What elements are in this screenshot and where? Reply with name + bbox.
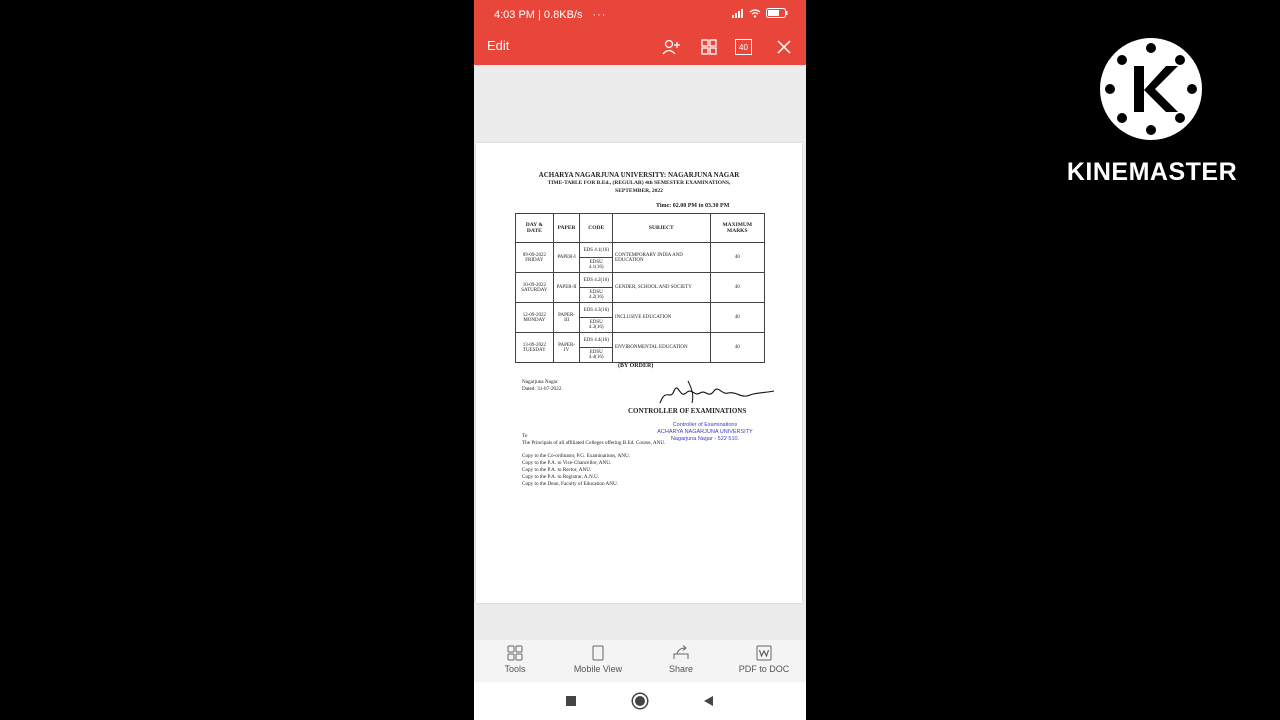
by-order: (BY ORDER)	[618, 363, 654, 369]
place: Nagarjuna Nagar	[522, 379, 558, 385]
edit-button[interactable]: Edit	[487, 38, 509, 53]
status-dots: ···	[592, 9, 607, 21]
header-paper: PAPER	[552, 213, 581, 243]
row-code: EDSU 4.1(16)	[579, 257, 614, 273]
row-date: 10-09-2022 SATURDAY	[515, 272, 554, 303]
row-paper: PAPER-III	[552, 302, 581, 333]
mobile-view-button[interactable]: Mobile View	[563, 644, 633, 674]
wifi-icon	[749, 8, 761, 18]
page-count: 40	[739, 42, 748, 52]
pdf-to-doc-button[interactable]: PDF to DOC	[729, 644, 799, 674]
tools-label: Tools	[504, 664, 526, 674]
row-code: EDSU 4.4(16)	[579, 347, 614, 363]
copy-line: Copy to the P.A. to Rector, ANU.	[522, 467, 592, 473]
copy-to-list: Copy to the Co-ordinator, P.G. Examinati…	[522, 453, 630, 488]
bottom-toolbar: Tools Mobile View Share PDF to DOC	[474, 640, 806, 682]
row-paper: PAPER-IV	[552, 332, 581, 363]
row-paper: PAPER-II	[552, 272, 581, 303]
official-stamp: Controller of Examinations ACHARYA NAGAR…	[650, 422, 760, 443]
table-row: 12-09-2022 MONDAY PAPER-III EDS 4.3(16) I…	[515, 302, 766, 333]
copy-line: Copy to the Dean, Faculty of Education A…	[522, 481, 619, 487]
copy-line: Copy to the P.A. to Vice-Chancellor, ANU…	[522, 460, 612, 466]
table-row: 09-09-2022 FRIDAY PAPER-I EDS 4.1(16) CON…	[515, 242, 766, 273]
app-toolbar: Edit 40	[474, 30, 806, 65]
phone-screen: 4:03 PM | 0.8KB/s ··· Edit 40 ACHARYA NA…	[474, 0, 806, 720]
row-code: EDSU 4.2(16)	[579, 287, 614, 303]
kinemaster-k-icon	[1105, 43, 1197, 135]
copy-line: Copy to the P.A. to Registrar, A.N.U.	[522, 474, 600, 480]
row-marks: 40	[709, 272, 766, 303]
pdf-page: ACHARYA NAGARJUNA UNIVERSITY: NAGARJUNA …	[476, 143, 802, 603]
kinemaster-watermark: KINEMASTER	[1060, 38, 1244, 198]
close-icon[interactable]	[773, 36, 795, 58]
copy-line: Copy to the Co-ordinator, P.G. Examinati…	[522, 453, 631, 459]
timetable: DAY & DATE PAPER CODE SUBJECT MAXIMUM MA…	[515, 213, 766, 363]
system-icons	[732, 8, 788, 18]
header-subject: SUBJECT	[612, 213, 711, 243]
row-paper: PAPER-I	[552, 242, 581, 273]
kinemaster-logo	[1100, 38, 1202, 140]
stamp-line: Nagarjuna Nagar - 522 510.	[670, 436, 740, 442]
row-subject: ENVIRONMENTAL EDUCATION	[612, 332, 711, 363]
tools-button[interactable]: Tools	[480, 644, 550, 674]
status-time: 4:03 PM | 0.8KB/s	[494, 9, 583, 21]
word-doc-icon	[756, 645, 772, 661]
row-marks: 40	[709, 302, 766, 333]
signature	[659, 380, 775, 404]
table-row: 10-09-2022 SATURDAY PAPER-II EDS 4.2(16) …	[515, 272, 766, 303]
row-date: 09-09-2022 FRIDAY	[515, 242, 554, 273]
android-nav-bar	[474, 682, 806, 720]
controller-title: CONTROLLER OF EXAMINATIONS	[628, 407, 747, 415]
header-code: CODE	[579, 213, 614, 243]
recent-apps-icon[interactable]	[562, 692, 580, 710]
row-marks: 40	[709, 332, 766, 363]
to-label: To	[522, 433, 528, 439]
home-icon[interactable]	[631, 692, 649, 710]
principals-line: The Principals of all affiliated College…	[522, 440, 666, 446]
row-code: EDS 4.1(16)	[579, 242, 614, 258]
doc-title-line2: TIME-TABLE FOR B.Ed., (REGULAR) 4th SEME…	[547, 180, 731, 186]
row-date: 13-09-2022 TUESDAY	[515, 332, 554, 363]
mobile-view-label: Mobile View	[573, 664, 623, 674]
table-row: 13-09-2022 TUESDAY PAPER-IV EDS 4.4(16) E…	[515, 332, 766, 363]
row-code: EDS 4.4(16)	[579, 332, 614, 348]
tools-icon	[507, 645, 523, 661]
pdf-to-doc-label: PDF to DOC	[738, 664, 790, 674]
exam-time: Time: 02.00 PM to 03.30 PM	[656, 203, 730, 209]
row-code: EDS 4.2(16)	[579, 272, 614, 288]
share-button[interactable]: Share	[646, 644, 716, 674]
row-date: 12-09-2022 MONDAY	[515, 302, 554, 333]
share-icon	[673, 645, 689, 659]
doc-title-line3: SEPTEMBER, 2022	[615, 188, 663, 194]
row-code: EDSU 4.3(16)	[579, 317, 614, 333]
header-day-date: DAY & DATE	[515, 213, 554, 243]
doc-title-line1: ACHARYA NAGARJUNA UNIVERSITY: NAGARJUNA …	[538, 171, 740, 179]
grid-view-icon[interactable]	[698, 36, 720, 58]
timetable-header: DAY & DATE PAPER CODE SUBJECT MAXIMUM MA…	[515, 213, 766, 243]
signal-icon	[732, 8, 743, 18]
dated: Dated: 31-07-2022.	[522, 386, 563, 392]
page-count-button[interactable]: 40	[735, 39, 752, 55]
header-max-marks: MAXIMUM MARKS	[709, 213, 766, 243]
back-icon[interactable]	[699, 692, 717, 710]
status-bar: 4:03 PM | 0.8KB/s ···	[474, 0, 806, 30]
mobile-view-icon	[592, 645, 604, 661]
row-subject: CONTEMPORARY INDIA AND EDUCATION	[612, 242, 711, 273]
stamp-line: ACHARYA NAGARJUNA UNIVERSITY	[657, 429, 753, 435]
kinemaster-text: KINEMASTER	[1066, 158, 1238, 186]
battery-icon	[766, 8, 788, 18]
add-user-icon[interactable]	[661, 36, 683, 58]
row-code: EDS 4.3(16)	[579, 302, 614, 318]
share-label: Share	[668, 664, 694, 674]
row-subject: INCLUSIVE EDUCATION	[612, 302, 711, 333]
row-subject: GENDER, SCHOOL AND SOCIETY	[612, 272, 711, 303]
row-marks: 40	[709, 242, 766, 273]
stamp-line: Controller of Examinations	[672, 422, 738, 428]
